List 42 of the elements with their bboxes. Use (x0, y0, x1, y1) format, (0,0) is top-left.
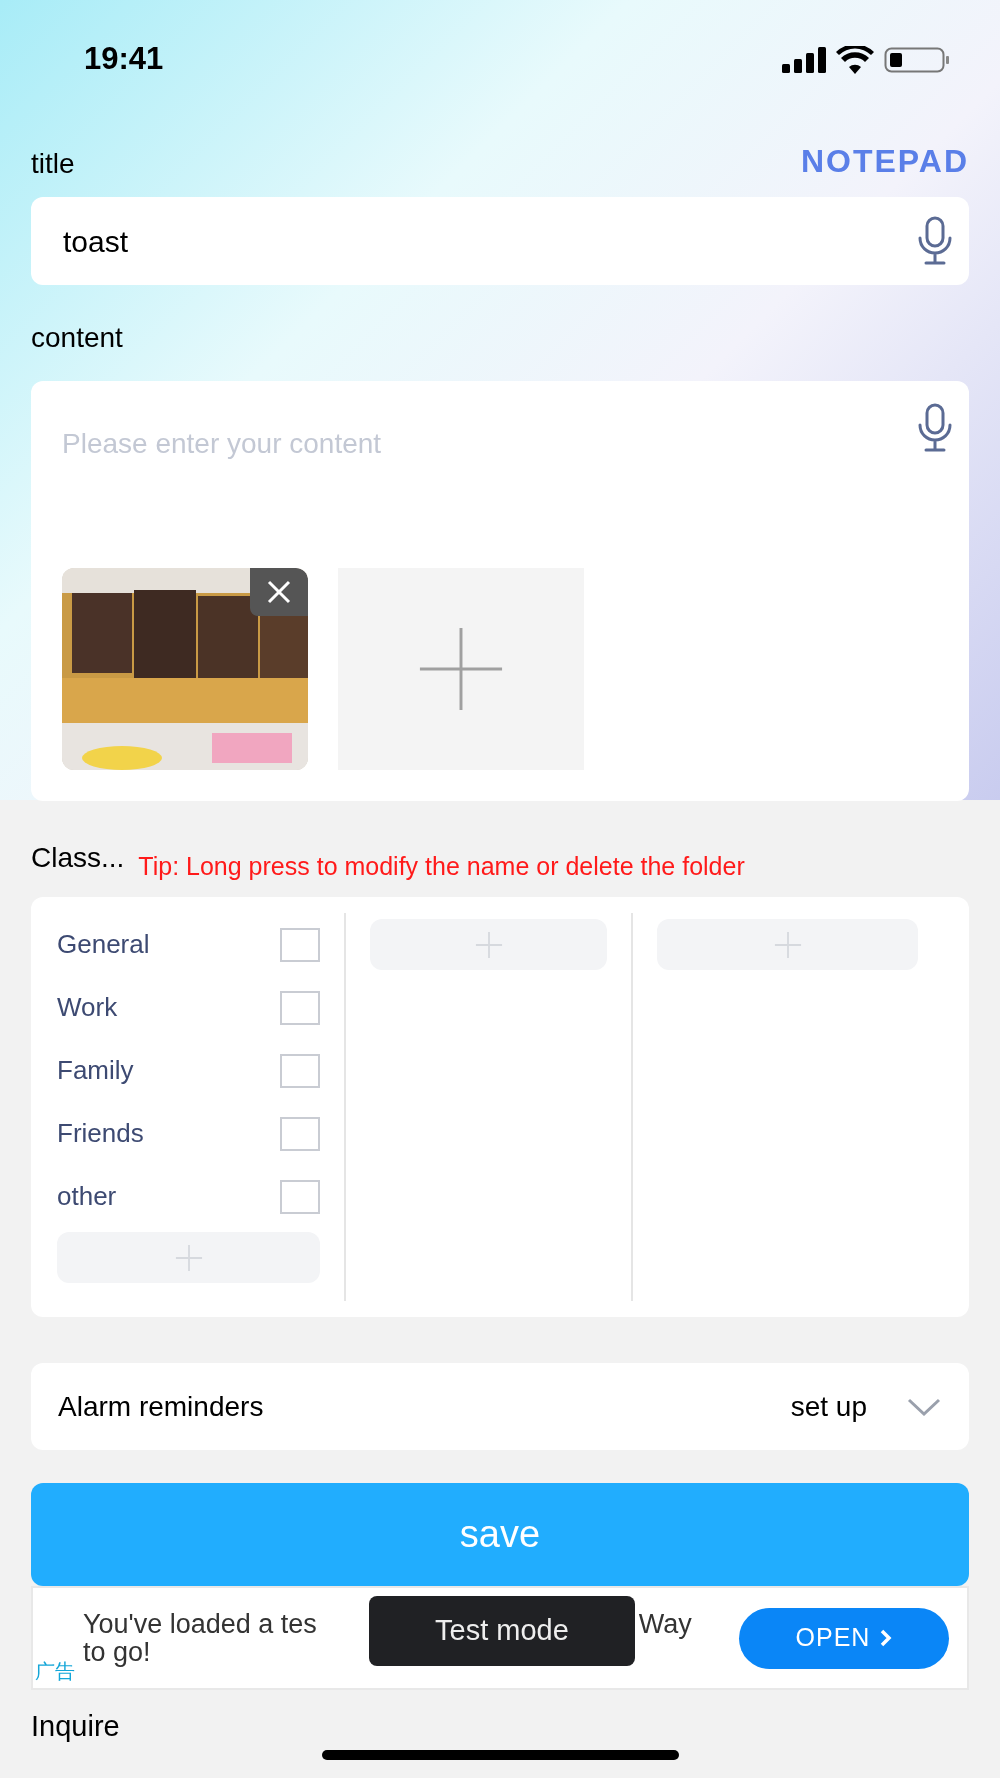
category-name[interactable]: Friends (57, 1114, 144, 1153)
add-image-button[interactable] (338, 568, 584, 770)
microphone-icon[interactable] (917, 403, 953, 453)
chevron-right-icon (880, 1629, 893, 1647)
checkbox[interactable] (280, 1116, 320, 1151)
section-label: Class... (31, 841, 125, 875)
add-category-button[interactable] (657, 919, 918, 970)
category-name[interactable]: General (57, 925, 150, 964)
checkbox[interactable] (280, 1053, 320, 1088)
field-label: title (31, 147, 75, 181)
plus-icon (174, 1243, 203, 1272)
alarm-row[interactable]: Alarm reminders set up (31, 1363, 969, 1450)
category-name[interactable]: other (57, 1177, 117, 1216)
battery-icon (884, 46, 950, 73)
plus-icon (773, 930, 802, 959)
toast-message: Test mode (369, 1596, 635, 1666)
add-category-button[interactable] (370, 919, 607, 970)
add-category-button[interactable] (57, 1232, 320, 1283)
wifi-icon (836, 45, 874, 74)
plus-icon (417, 625, 505, 713)
signal-icon (782, 46, 826, 73)
checkbox[interactable] (280, 927, 320, 962)
plus-icon (474, 930, 503, 959)
section-label: Inquire (31, 1709, 120, 1745)
app-logo: NOTEPAD (800, 142, 969, 181)
field-label: content (31, 321, 123, 355)
ad-text: to go! (83, 1638, 152, 1666)
status-time: 19:41 (84, 40, 164, 79)
microphone-icon[interactable] (917, 216, 953, 266)
checkbox[interactable] (280, 1179, 320, 1214)
chevron-down-icon (907, 1397, 941, 1416)
remove-image-button[interactable] (250, 568, 308, 616)
ad-tag: 广告 (35, 1656, 75, 1686)
checkbox[interactable] (280, 990, 320, 1025)
ad-text: You've loaded a tes (83, 1610, 317, 1638)
title-field[interactable]: toast (31, 197, 969, 285)
tip-text: Tip: Long press to modify the name or delete the folder (138, 850, 745, 882)
category-name[interactable]: Family (57, 1051, 134, 1090)
ad-text: Way (638, 1610, 692, 1638)
open-button[interactable]: OPEN (739, 1607, 949, 1669)
category-name[interactable]: Work (57, 988, 118, 1027)
close-icon (267, 580, 291, 604)
